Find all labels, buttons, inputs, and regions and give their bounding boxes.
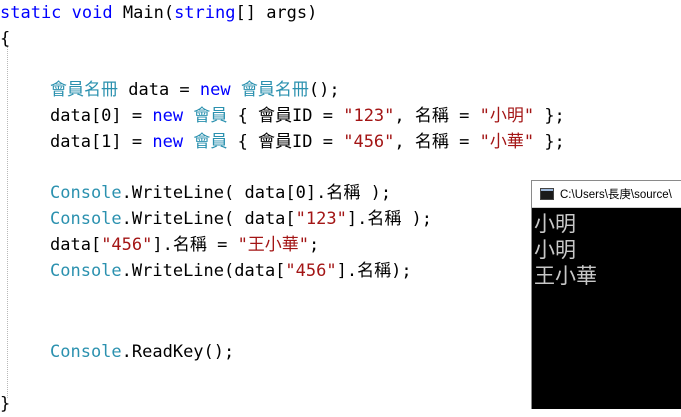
method-params: [] args) bbox=[235, 3, 318, 23]
code-text: { 會員ID = bbox=[227, 132, 344, 152]
open-brace: { bbox=[0, 29, 11, 49]
string-literal: "小明" bbox=[479, 106, 535, 126]
code-text: .ReadKey(); bbox=[121, 342, 235, 362]
console-output-line: 小明 bbox=[534, 212, 576, 236]
console-title: C:\Users\長庚\source\ bbox=[560, 189, 672, 201]
code-text: data[ bbox=[50, 235, 102, 255]
code-text: ].名稱 = bbox=[152, 235, 238, 255]
keyword-new: new bbox=[152, 106, 184, 126]
code-line-3: 會員名冊 data = new 會員名冊(); bbox=[50, 77, 340, 103]
code-line-4: data[0] = new 會員 { 會員ID = "123", 名稱 = "小… bbox=[50, 103, 565, 129]
code-text: data[0] = bbox=[50, 106, 153, 126]
code-text: ; bbox=[309, 235, 320, 255]
console-output: 小明 小明 王小華 bbox=[534, 211, 597, 289]
console-window[interactable]: C:\Users\長庚\source\ 小明 小明 王小華 bbox=[531, 180, 681, 409]
keyword-void: void bbox=[71, 3, 113, 23]
code-text: { 會員ID = bbox=[227, 106, 344, 126]
type-name: 會員名冊 bbox=[50, 80, 118, 100]
code-text: data[1] = bbox=[50, 132, 153, 152]
code-text: .WriteLine( data[0].名稱 ); bbox=[121, 183, 392, 203]
code-text: data = bbox=[118, 80, 200, 100]
code-line-11: } bbox=[0, 391, 10, 417]
code-text: ].名稱); bbox=[336, 261, 412, 281]
string-literal: "123" bbox=[343, 106, 395, 126]
console-titlebar[interactable]: C:\Users\長庚\source\ bbox=[532, 181, 681, 208]
type-name: Console bbox=[50, 183, 122, 203]
keyword-new: new bbox=[199, 80, 231, 100]
code-line-1: static void Main(string[] args) bbox=[0, 0, 317, 26]
code-text: , 名稱 = bbox=[394, 132, 480, 152]
keyword-static: static bbox=[0, 3, 62, 23]
close-brace: } bbox=[0, 394, 11, 414]
type-name: Console bbox=[50, 209, 122, 229]
code-text: .WriteLine( data[ bbox=[121, 209, 296, 229]
code-line-7: Console.WriteLine( data["123"].名稱 ); bbox=[50, 206, 432, 232]
type-name: 會員 bbox=[193, 132, 228, 152]
code-text: }; bbox=[534, 132, 565, 152]
code-text: (); bbox=[308, 80, 340, 100]
string-literal: "456" bbox=[343, 132, 395, 152]
type-name: Console bbox=[50, 261, 122, 281]
type-name: 會員 bbox=[193, 106, 228, 126]
code-text: }; bbox=[534, 106, 565, 126]
string-literal: "456" bbox=[101, 235, 153, 255]
code-line-10: Console.ReadKey(); bbox=[50, 339, 234, 365]
string-literal: "王小華" bbox=[237, 235, 310, 255]
code-line-9: Console.WriteLine(data["456"].名稱); bbox=[50, 258, 412, 284]
indent-guide bbox=[7, 46, 8, 398]
code-line-5: data[1] = new 會員 { 會員ID = "456", 名稱 = "小… bbox=[50, 129, 565, 155]
keyword-new: new bbox=[152, 132, 184, 152]
string-literal: "456" bbox=[285, 261, 337, 281]
code-text: , 名稱 = bbox=[394, 106, 480, 126]
type-name: Console bbox=[50, 342, 122, 362]
code-text: ].名稱 ); bbox=[346, 209, 433, 229]
type-name: 會員名冊 bbox=[240, 80, 309, 100]
code-line-2: { bbox=[0, 26, 10, 52]
code-line-6: Console.WriteLine( data[0].名稱 ); bbox=[50, 180, 391, 206]
code-line-8: data["456"].名稱 = "王小華"; bbox=[50, 232, 319, 258]
method-name: Main( bbox=[122, 3, 175, 23]
string-literal: "123" bbox=[295, 209, 347, 229]
console-output-line: 小明 bbox=[534, 238, 576, 262]
keyword-string: string bbox=[174, 3, 236, 23]
console-app-icon bbox=[540, 188, 554, 200]
console-output-line: 王小華 bbox=[534, 264, 597, 288]
code-text: .WriteLine(data[ bbox=[121, 261, 286, 281]
string-literal: "小華" bbox=[479, 132, 535, 152]
